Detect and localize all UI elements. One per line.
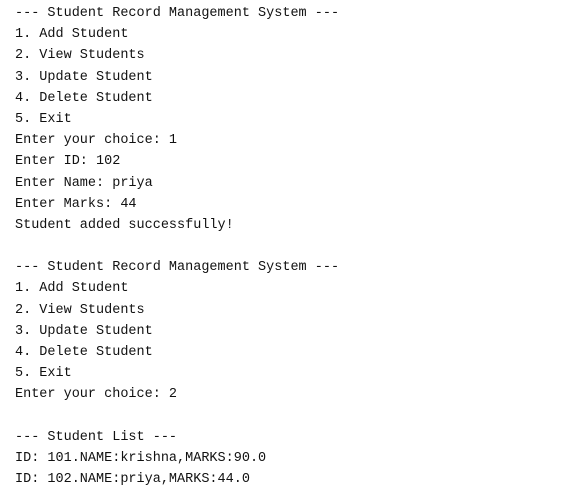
menu-option-delete-student: 4. Delete Student [15,90,153,106]
menu-option-exit: 5. Exit [15,111,72,127]
student-row: ID: 101.NAME:krishna,MARKS:90.0 [15,450,267,466]
menu-option-update-student: 3. Update Student [15,323,153,339]
menu-option-add-student: 1. Add Student [15,281,129,297]
menu-option-add-student: 1. Add Student [15,27,129,43]
menu-option-delete-student: 4. Delete Student [15,345,153,360]
success-message: Student added successfully! [15,217,234,233]
menu-option-exit: 5. Exit [15,366,72,382]
student-row: ID: 102.NAME:priya,MARKS:44.0 [15,472,250,488]
choice-prompt: Enter your choice: 2 [15,387,178,403]
menu-option-view-students: 2. View Students [15,48,145,64]
choice-prompt: Enter your choice: 1 [15,133,178,149]
menu-option-view-students: 2. View Students [15,302,145,318]
id-prompt: Enter ID: 102 [15,154,121,170]
student-list-header: --- Student List --- [15,429,178,445]
console-output: --- Student Record Management System ---… [15,3,575,502]
menu-header: --- Student Record Management System --- [15,260,340,276]
marks-prompt: Enter Marks: 44 [15,196,137,212]
name-prompt: Enter Name: priya [15,175,153,191]
menu-header: --- Student Record Management System --- [15,6,340,21]
menu-option-update-student: 3. Update Student [15,69,153,85]
